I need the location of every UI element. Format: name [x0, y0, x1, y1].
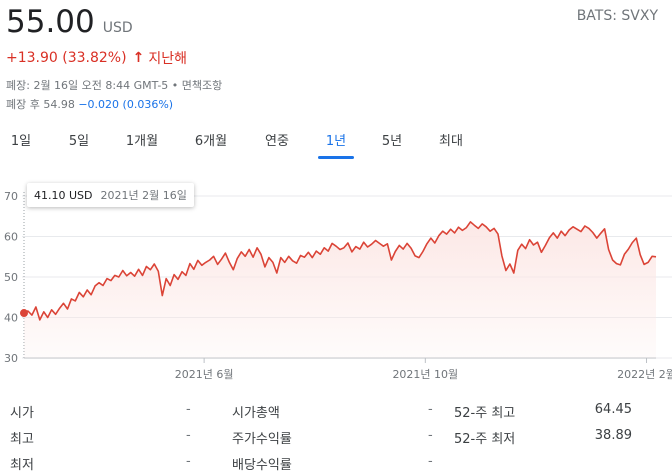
series-area [24, 221, 656, 358]
y-tick-label: 50 [4, 271, 18, 284]
stat-pe-ratio-label: 주가수익률 [232, 432, 292, 447]
tab-1m[interactable]: 1개월 [116, 124, 168, 155]
series-layer [20, 221, 657, 358]
tab-6m[interactable]: 6개월 [185, 124, 237, 155]
arrow-up-icon: ↑ [132, 50, 145, 66]
tab-5y[interactable]: 5년 [372, 124, 412, 155]
stat-52w-high-label: 52-주 최고 [454, 406, 516, 421]
tab-ytd[interactable]: 연중 [254, 124, 300, 155]
stat-pe-ratio-value: - [428, 428, 433, 443]
tooltip-date: 2021년 2월 16일 [100, 189, 187, 202]
hover-point [20, 309, 28, 318]
stat-open-label: 시가 [10, 406, 34, 421]
stat-high-value: - [186, 428, 191, 443]
stat-52w-low-label: 52-주 최저 [454, 432, 516, 447]
range-tabs: 1일 5일 1개월 6개월 연중 1년 5년 최대 [0, 124, 672, 156]
tooltip-value: 41.10 USD [34, 188, 93, 202]
stat-market-cap-label: 시가총액 [232, 406, 280, 421]
stat-row: 시가 - 시가총액 - 52-주 최고 64.45 [0, 400, 672, 422]
x-tick-label: 2021년 10월 [392, 368, 458, 381]
y-axis-labels: 70 60 50 40 30 [4, 190, 18, 365]
stat-dividend-label: 배당수익률 [232, 458, 292, 473]
x-axis: 2021년 6월 2021년 10월 2022년 2월 [24, 357, 672, 381]
x-tick-label: 2021년 6월 [175, 368, 234, 381]
stat-row: 최저 - 배당수익률 - [0, 452, 672, 474]
tab-1y[interactable]: 1년 [318, 124, 354, 155]
close-info[interactable]: 폐장: 2월 16일 오전 8:44 GMT-5 • 면책조항 [6, 77, 222, 93]
y-tick-label: 70 [4, 190, 18, 203]
quote-header: 55.00 USD BATS: SVXY +13.90 (33.82%) ↑ 지… [0, 0, 672, 112]
currency-label: USD [102, 20, 133, 36]
stat-high-label: 최고 [10, 432, 34, 447]
stat-dividend-value: - [428, 454, 433, 469]
tab-5d[interactable]: 5일 [59, 124, 99, 155]
price-line: 55.00 USD [6, 4, 133, 40]
chart-tooltip: 41.10 USD 2021년 2월 16일 [27, 183, 194, 207]
tab-max[interactable]: 최대 [428, 124, 474, 155]
y-tick-label: 60 [4, 231, 18, 244]
stat-low-value: - [186, 454, 191, 469]
change-value: +13.90 (33.82%) [6, 50, 127, 66]
stat-low-label: 최저 [10, 458, 34, 473]
y-tick-label: 40 [4, 312, 18, 325]
stat-market-cap-value: - [428, 402, 433, 417]
stat-52w-low-value: 38.89 [594, 428, 632, 443]
y-tick-label: 30 [4, 352, 18, 365]
after-hours-change: −0.020 (0.036%) [78, 98, 174, 111]
ticker-symbol: BATS: SVXY [576, 8, 658, 24]
stat-52w-high-value: 64.45 [594, 402, 632, 417]
after-hours-price: 폐장 후 54.98 [6, 98, 75, 111]
stat-open-value: - [186, 402, 191, 417]
stat-row: 최고 - 주가수익률 - 52-주 최저 38.89 [0, 426, 672, 448]
price-change: +13.90 (33.82%) ↑ 지난해 [6, 48, 187, 68]
x-tick-label: 2022년 2월 [617, 368, 672, 381]
change-period: 지난해 [148, 51, 187, 67]
current-price: 55.00 [6, 4, 95, 40]
tab-1d[interactable]: 1일 [4, 124, 38, 155]
after-hours-info: 폐장 후 54.98 −0.020 (0.036%) [6, 96, 173, 112]
